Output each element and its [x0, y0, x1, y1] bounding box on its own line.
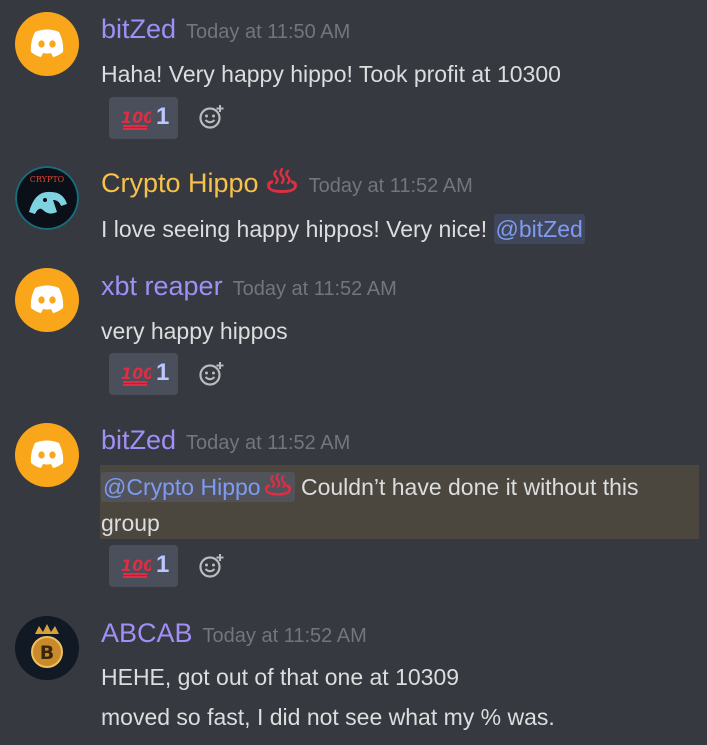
avatar-abcab[interactable]: B [15, 616, 79, 680]
svg-text:100: 100 [121, 556, 151, 575]
avatar-xbt-reaper[interactable] [15, 268, 79, 332]
user-mention[interactable]: @Crypto Hippo [101, 472, 295, 502]
svg-text:100: 100 [121, 364, 151, 383]
message-text: @Crypto Hippo Couldn’t have done it with… [101, 472, 639, 502]
mention-name: @Crypto Hippo [103, 474, 261, 500]
reaction-button[interactable]: 100 1 [109, 97, 178, 139]
reaction-count: 1 [156, 551, 170, 578]
reaction-count: 1 [156, 103, 170, 130]
username[interactable]: ABCAB [101, 618, 193, 648]
100-points-icon: 100 [121, 556, 151, 578]
hippo-logo: CRYPTO [29, 175, 67, 214]
username[interactable]: xbt reaper [101, 271, 223, 301]
message-text-part: I love seeing happy hippos! Very nice! [101, 216, 494, 242]
message-header: bitZed Today at 11:50 AM [101, 14, 350, 45]
discord-logo-icon [30, 285, 64, 313]
message-text-part: Couldn’t have done it without this [294, 474, 639, 500]
hot-springs-icon [266, 168, 297, 193]
reaction-button[interactable]: 100 1 [109, 353, 178, 395]
avatar-crypto-hippo[interactable]: CRYPTO [15, 166, 79, 230]
timestamp: Today at 11:52 AM [232, 278, 397, 300]
message-text: very happy hippos [101, 318, 288, 344]
avatar-bitzed[interactable] [15, 12, 79, 76]
discord-logo-icon [30, 29, 64, 57]
100-points-icon: 100 [121, 364, 151, 386]
discord-logo-icon [30, 440, 64, 468]
message-text: I love seeing happy hippos! Very nice! @… [101, 214, 585, 244]
message-text: Haha! Very happy hippo! Took profit at 1… [101, 61, 561, 87]
add-reaction-icon[interactable] [199, 361, 225, 387]
user-mention[interactable]: @bitZed [493, 214, 585, 244]
add-reaction-icon[interactable] [199, 553, 225, 579]
message-text: moved so fast, I did not see what my % w… [101, 704, 555, 730]
message-header: Crypto Hippo Today at 11:52 AM [101, 168, 473, 199]
timestamp: Today at 11:50 AM [186, 21, 351, 43]
message-text: group [101, 510, 160, 536]
message-header: xbt reaper Today at 11:52 AM [101, 271, 397, 302]
username[interactable]: Crypto Hippo [101, 168, 259, 198]
reaction-count: 1 [156, 359, 170, 386]
hot-springs-icon [264, 473, 291, 496]
avatar-bitzed[interactable] [15, 423, 79, 487]
100-points-icon: 100 [121, 108, 151, 130]
username[interactable]: bitZed [101, 425, 176, 455]
add-reaction-icon[interactable] [199, 104, 225, 130]
username[interactable]: bitZed [101, 14, 176, 44]
message-text: HEHE, got out of that one at 10309 [101, 664, 460, 690]
svg-text:B: B [40, 642, 54, 664]
avatar-text: CRYPTO [30, 175, 65, 184]
svg-text:100: 100 [121, 108, 151, 127]
timestamp: Today at 11:52 AM [202, 625, 367, 647]
bitcoin-icon: B [31, 624, 63, 668]
reaction-button[interactable]: 100 1 [109, 545, 178, 587]
message-header: ABCAB Today at 11:52 AM [101, 618, 367, 649]
timestamp: Today at 11:52 AM [186, 432, 351, 454]
timestamp: Today at 11:52 AM [308, 175, 473, 197]
message-header: bitZed Today at 11:52 AM [101, 425, 350, 456]
